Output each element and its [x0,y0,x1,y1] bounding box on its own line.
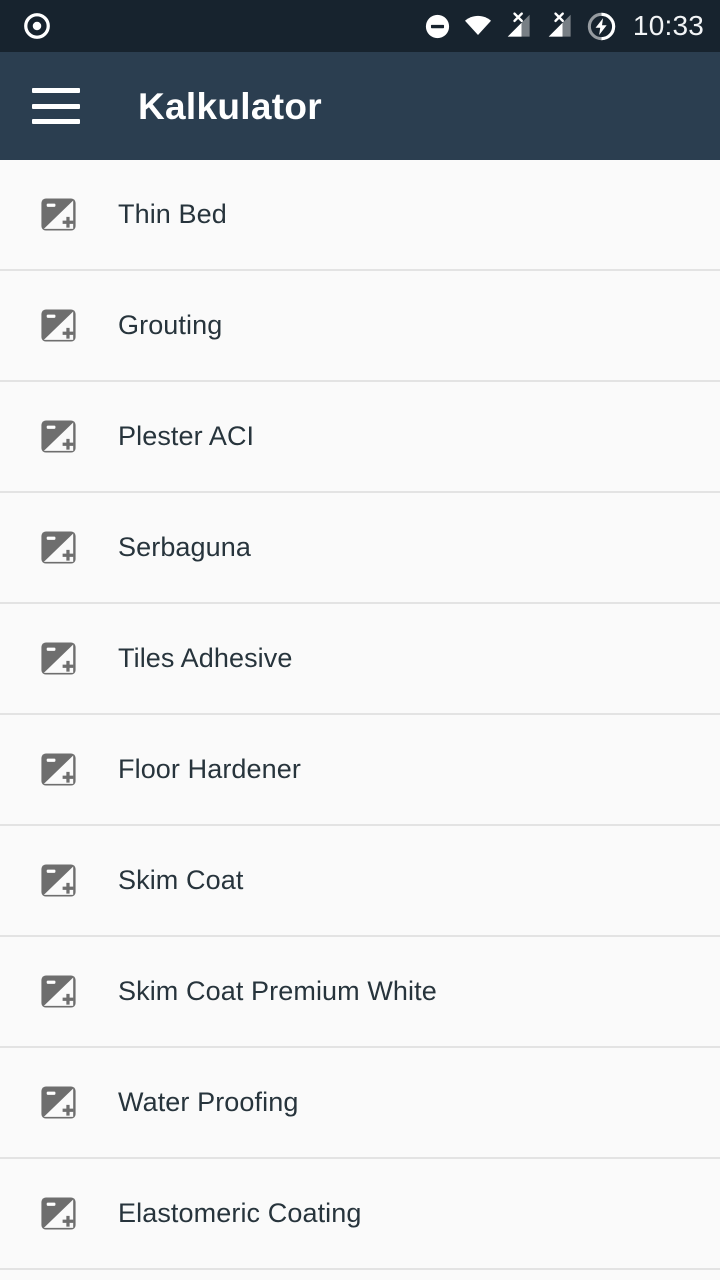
list-item[interactable]: Plester ACI [0,382,720,493]
image-placeholder-icon [41,864,76,897]
status-bar-right-icons: 10:33 [423,11,704,42]
app-bar: Kalkulator [0,52,720,160]
list-item[interactable]: Serbaguna [0,493,720,604]
list-item-label: Tiles Adhesive [118,643,293,673]
status-bar: 10:33 [0,0,720,52]
list-item[interactable]: Elastomeric Coating [0,1159,720,1270]
cellular-signal-1-icon [507,12,530,37]
list-item-label: Thin Bed [118,199,227,229]
list-item[interactable]: Skim Coat Premium White [0,937,720,1048]
record-notification-icon [24,13,50,39]
list-item-label: Skim Coat Premium White [118,976,437,1006]
image-placeholder-icon [41,1197,76,1230]
battery-charging-icon [587,12,616,40]
list-item[interactable]: Tiles Adhesive [0,604,720,715]
list-item-label: Floor Hardener [118,754,301,784]
hamburger-bar-1 [32,88,80,93]
image-placeholder-icon [41,1086,76,1119]
image-placeholder-icon [41,753,76,786]
page-title: Kalkulator [138,85,322,127]
hamburger-bar-3 [32,119,80,124]
list-item-label: Skim Coat [118,865,244,895]
calculator-list: Thin Bed Grouting Plester ACI Serbaguna [0,160,720,1270]
image-placeholder-icon [41,642,76,675]
list-item-label: Elastomeric Coating [118,1198,362,1228]
hamburger-bar-2 [32,103,80,109]
list-item[interactable]: Skim Coat [0,826,720,937]
list-item[interactable]: Floor Hardener [0,715,720,826]
list-item[interactable]: Water Proofing [0,1048,720,1159]
image-placeholder-icon [41,420,76,453]
list-item-label: Plester ACI [118,421,255,451]
list-item-label: Serbaguna [118,532,252,562]
list-item[interactable]: Grouting [0,271,720,382]
image-placeholder-icon [41,309,76,342]
hamburger-menu-icon[interactable] [32,88,80,124]
cellular-signal-2-icon [548,12,571,37]
image-placeholder-icon [41,975,76,1008]
status-bar-clock: 10:33 [632,10,704,41]
list-item[interactable]: Thin Bed [0,160,720,271]
status-bar-left-icons [22,11,52,41]
image-placeholder-icon [41,198,76,231]
wifi-icon [464,15,491,35]
list-item-label: Water Proofing [118,1087,299,1117]
list-item-label: Grouting [118,310,223,340]
do-not-disturb-icon [425,14,450,38]
image-placeholder-icon [41,531,76,564]
